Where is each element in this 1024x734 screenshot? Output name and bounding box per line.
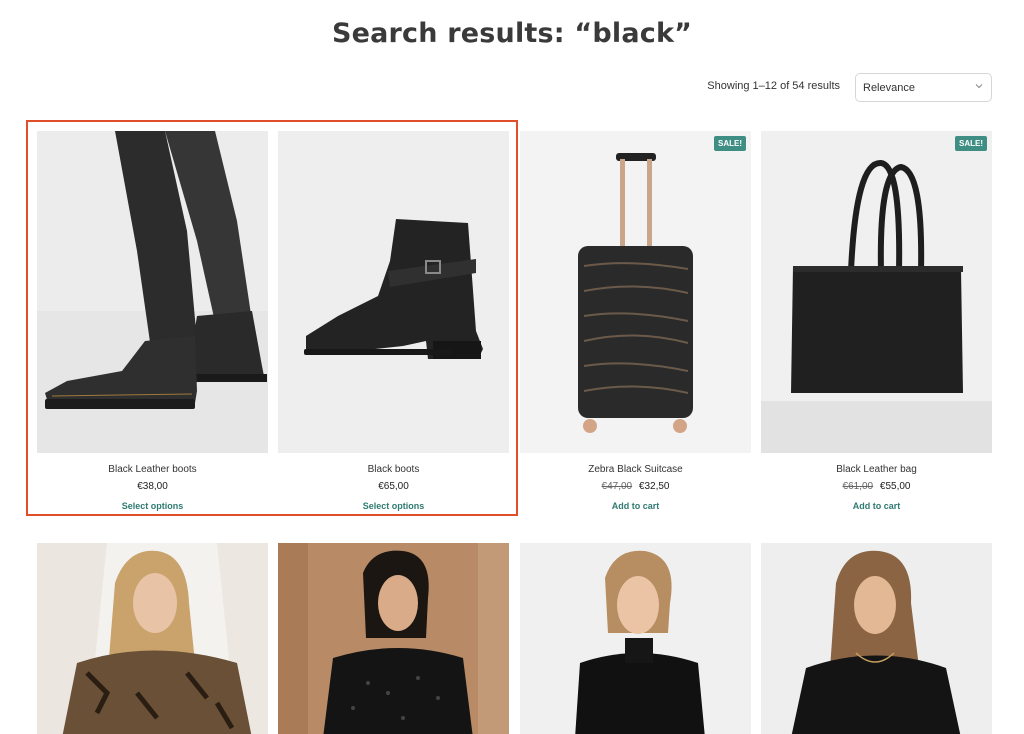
suitcase-image (520, 131, 751, 453)
product-price-current: €65,00 (378, 481, 409, 492)
product-card[interactable]: SALE! Black Leather bag €61,00 €55,00 Ad… (761, 131, 992, 511)
product-card[interactable]: SALE! Zebra Black Suitcase €47,00 €32,50… (520, 131, 751, 511)
product-name[interactable]: Black Leather bag (761, 464, 992, 476)
product-price: €38,00 (37, 481, 268, 493)
page-title: Search results: “black” (331, 18, 693, 49)
product-name[interactable]: Zebra Black Suitcase (520, 464, 751, 476)
leather-boots-image (37, 131, 268, 453)
sale-badge: SALE! (714, 136, 746, 151)
polka-dot-top-model-image (278, 543, 509, 734)
product-card[interactable]: Black boots €65,00 Select options (278, 131, 509, 511)
product-image[interactable] (761, 543, 992, 734)
add-to-cart-button[interactable]: Add to cart (761, 501, 992, 511)
result-count: Showing 1–12 of 54 results (707, 80, 840, 92)
product-image[interactable] (278, 131, 509, 453)
black-tee-model-image (761, 543, 992, 734)
ankle-boot-image (278, 131, 509, 453)
product-name[interactable]: Black boots (278, 464, 509, 476)
product-price: €61,00 €55,00 (761, 481, 992, 493)
select-options-button[interactable]: Select options (37, 501, 268, 511)
product-image[interactable]: SALE! (761, 131, 992, 453)
add-to-cart-button[interactable]: Add to cart (520, 501, 751, 511)
lace-top-model-image (37, 543, 268, 734)
product-image[interactable] (278, 543, 509, 734)
sort-select[interactable]: Relevance (855, 73, 992, 102)
product-image[interactable] (520, 543, 751, 734)
handbag-image (761, 131, 992, 453)
product-price-current: €55,00 (879, 481, 911, 492)
product-name[interactable]: Black Leather boots (37, 464, 268, 476)
product-price-current: €38,00 (137, 481, 168, 492)
product-price-old: €61,00 (842, 481, 874, 492)
product-image[interactable]: SALE! (520, 131, 751, 453)
product-price: €65,00 (278, 481, 509, 493)
sale-badge: SALE! (955, 136, 987, 151)
product-price-current: €32,50 (638, 481, 670, 492)
product-image[interactable] (37, 543, 268, 734)
sleeveless-top-model-image (520, 543, 751, 734)
product-image[interactable] (37, 131, 268, 453)
product-price-old: €47,00 (601, 481, 633, 492)
sort-selected-value: Relevance (863, 82, 915, 94)
product-card[interactable]: Black Leather boots €38,00 Select option… (37, 131, 268, 511)
chevron-down-icon (975, 84, 983, 89)
product-price: €47,00 €32,50 (520, 481, 751, 493)
select-options-button[interactable]: Select options (278, 501, 509, 511)
